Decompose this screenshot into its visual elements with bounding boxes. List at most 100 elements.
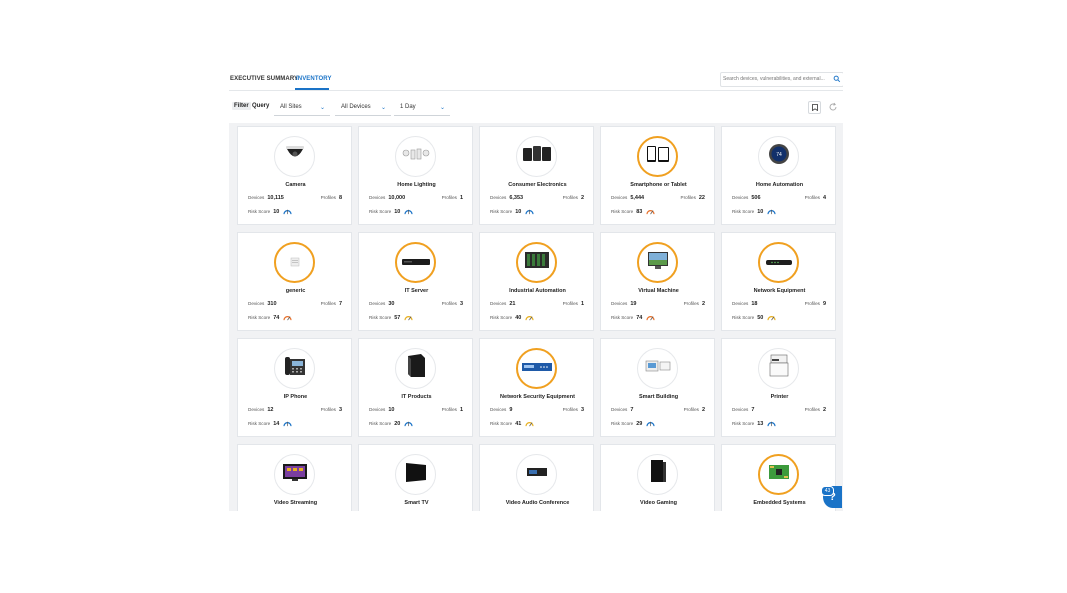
devices-label: Devices — [369, 195, 386, 200]
filter-toolbar: Filter Query All Sites ⌄ All Devices ⌄ 1 D… — [229, 98, 843, 118]
devices-count: Devices 7 — [732, 407, 754, 413]
devices-value: 5,444 — [630, 195, 645, 201]
profiles-count: Profiles 1 — [563, 301, 584, 307]
profiles-label: Profiles — [320, 301, 336, 306]
category-name: Video Gaming — [640, 500, 677, 506]
router-icon — [764, 254, 794, 272]
category-card[interactable]: Smart Building Devices 7 Profiles 2 Risk Scor… — [600, 338, 715, 437]
category-image — [637, 242, 678, 283]
profiles-count: Profiles 22 — [681, 195, 705, 201]
search-box — [720, 72, 843, 87]
profiles-value: 1 — [459, 407, 463, 413]
profiles-count: Profiles 2 — [684, 301, 705, 307]
tab-bar: EXECUTIVE SUMMARY INVENTORY — [229, 70, 843, 91]
risk-score: Risk Score 40 — [490, 315, 521, 321]
filter-mode-button[interactable]: Filter — [232, 102, 251, 110]
period-dropdown[interactable]: 1 Day ⌄ — [394, 100, 450, 116]
category-card[interactable]: Home Lighting Devices 10,000 Profiles 1 Risk … — [358, 126, 473, 225]
risk-label: Risk Score — [611, 209, 634, 214]
tab-inventory[interactable]: INVENTORY — [296, 76, 332, 82]
risk-value: 74 — [273, 315, 280, 321]
refresh-button[interactable] — [827, 101, 839, 113]
profiles-count: Profiles 7 — [321, 301, 342, 307]
plc-icon — [524, 250, 550, 275]
search-input[interactable] — [723, 74, 827, 84]
devices-dropdown[interactable]: All Devices ⌄ — [335, 100, 391, 116]
devices-label: Devices — [248, 301, 265, 306]
category-name: Video Streaming — [273, 500, 318, 506]
category-image — [395, 136, 436, 177]
risk-label: Risk Score — [369, 209, 392, 214]
query-mode-button[interactable]: Query — [252, 103, 269, 109]
profiles-count: Profiles 1 — [442, 407, 463, 413]
profiles-label: Profiles — [804, 301, 820, 306]
category-card[interactable]: IT Server Devices 30 Profiles 3 Risk Score 57 — [358, 232, 473, 331]
profiles-value: 2 — [580, 195, 584, 201]
category-image — [637, 454, 678, 495]
devices-value: 6,353 — [509, 195, 524, 201]
profiles-count: Profiles 3 — [442, 301, 463, 307]
risk-label: Risk Score — [369, 315, 392, 320]
devices-label: Devices — [369, 301, 386, 306]
active-tab-indicator — [295, 88, 329, 90]
devices-count: Devices 10,000 — [369, 195, 405, 201]
risk-label: Risk Score — [248, 315, 271, 320]
category-card[interactable]: Video Gaming — [600, 444, 715, 511]
category-image — [274, 242, 315, 283]
category-card[interactable]: IT Products Devices 10 Profiles 1 Risk Score 2… — [358, 338, 473, 437]
category-card[interactable]: Industrial Automation Devices 21 Profiles 1 R… — [479, 232, 594, 331]
category-card[interactable]: Printer Devices 7 Profiles 2 Risk Score 13 — [721, 338, 836, 437]
category-card[interactable]: Camera Devices 10,115 Profiles 8 Risk Score 10 — [237, 126, 352, 225]
server-icon — [401, 254, 431, 272]
devices-value: 7 — [630, 407, 634, 413]
risk-value: 13 — [757, 421, 764, 427]
profiles-value: 22 — [698, 195, 705, 201]
category-card[interactable]: Smart TV — [358, 444, 473, 511]
devices-count: Devices 5,444 — [611, 195, 644, 201]
category-card[interactable]: Smartphone or Tablet Devices 5,444 Profiles… — [600, 126, 715, 225]
category-image — [395, 348, 436, 389]
devices-label: Devices — [490, 301, 507, 306]
risk-score: Risk Score 10 — [248, 209, 279, 215]
tab-executive-summary[interactable]: EXECUTIVE SUMMARY — [230, 76, 298, 82]
category-image: 74 — [758, 136, 799, 177]
profiles-count: Profiles 3 — [321, 407, 342, 413]
category-name: IP Phone — [283, 394, 308, 400]
category-card[interactable]: Network Security Equipment Devices 9 Profil… — [479, 338, 594, 437]
category-image — [516, 136, 557, 177]
category-image — [516, 454, 557, 495]
category-card[interactable]: Video Streaming — [237, 444, 352, 511]
devices-value: 18 — [751, 301, 758, 307]
devices-count: Devices 9 — [490, 407, 512, 413]
category-card[interactable]: generic Devices 310 Profiles 7 Risk Score 74 — [237, 232, 352, 331]
category-image — [274, 348, 315, 389]
category-card[interactable]: Network Equipment Devices 18 Profiles 9 Risk … — [721, 232, 836, 331]
category-image — [758, 454, 799, 495]
devices-count: Devices 19 — [611, 301, 636, 307]
category-card[interactable]: Virtual Machine Devices 19 Profiles 2 Risk Sc… — [600, 232, 715, 331]
chevron-down-icon: ⌄ — [380, 105, 386, 111]
profiles-count: Profiles 9 — [805, 301, 826, 307]
risk-label: Risk Score — [248, 421, 271, 426]
risk-gauge-icon — [767, 421, 776, 427]
category-card[interactable]: Video Audio Conference — [479, 444, 594, 511]
profiles-count: Profiles 3 — [563, 407, 584, 413]
profiles-count: Profiles 2 — [805, 407, 826, 413]
category-image — [758, 242, 799, 283]
search-icon[interactable] — [833, 75, 841, 83]
devices-value: 310 — [267, 301, 277, 307]
category-image — [395, 454, 436, 495]
profiles-value: 3 — [580, 407, 584, 413]
streaming-tv-icon — [282, 462, 308, 487]
bookmark-button[interactable] — [808, 101, 821, 114]
profiles-count: Profiles 1 — [442, 195, 463, 201]
category-card[interactable]: 74 Home Automation Devices 506 Profiles 4 Risk… — [721, 126, 836, 225]
risk-gauge-icon — [646, 421, 655, 427]
category-card[interactable]: Embedded Systems — [721, 444, 836, 511]
category-image — [637, 136, 678, 177]
category-card[interactable]: Consumer Electronics Devices 6,353 Profiles… — [479, 126, 594, 225]
category-card[interactable]: IP Phone Devices 12 Profiles 3 Risk Score 14 — [237, 338, 352, 437]
devices-label: Devices — [490, 407, 507, 412]
sites-dropdown[interactable]: All Sites ⌄ — [274, 100, 330, 116]
devices-count: Devices 10,115 — [248, 195, 284, 201]
